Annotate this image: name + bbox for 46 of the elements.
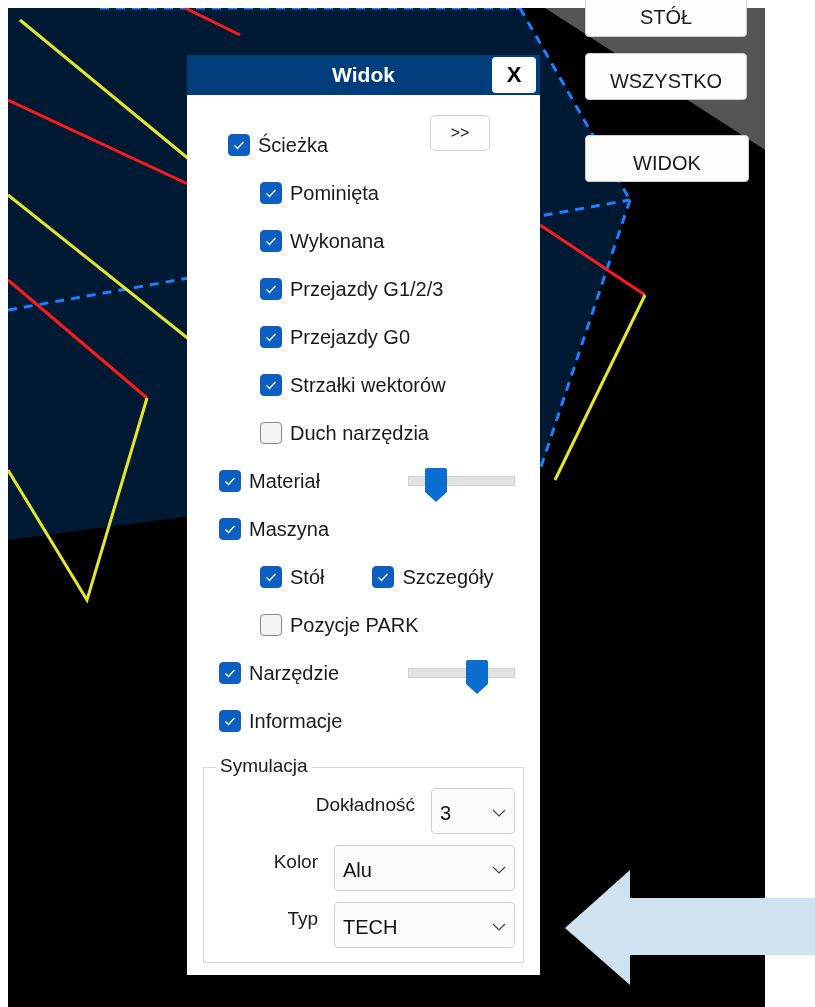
dropdown[interactable]: Alu [334,845,515,891]
checkbox-label: Wykonana [290,229,385,253]
close-button[interactable]: X [492,57,536,93]
checkbox-label: Pominięta [290,181,379,205]
field-label: Typ [287,908,318,930]
dropdown[interactable]: 3 [431,788,515,834]
arrow-icon [565,870,815,985]
checkbox[interactable] [260,566,282,588]
chevron-icon [492,866,506,874]
checkbox-label: Materiał [249,469,321,493]
checkbox[interactable] [219,470,241,492]
checkbox-label: Pozycje PARK [290,613,419,637]
checkbox[interactable] [260,614,282,636]
slider-thumb[interactable] [425,468,448,502]
checkbox[interactable] [219,662,241,684]
checkbox-label: Stół [290,565,325,589]
checkbox[interactable] [260,422,282,444]
checkbox-label: Maszyna [249,517,330,541]
checkbox-label: Strzałki wektorów [290,373,446,397]
checkbox[interactable] [219,518,241,540]
field-label: Dokładność [315,794,415,816]
checkbox-label: Przejazdy G1/2/3 [290,277,444,301]
chevron-icon [492,809,506,817]
checkbox-label: Przejazdy G0 [290,325,411,349]
view-button[interactable]: WIDOK [585,135,749,182]
expand-button[interactable]: >> [430,115,490,151]
chevron-icon [492,923,506,931]
checkbox[interactable] [219,710,241,732]
checkbox-label: Duch narzędzia [290,421,429,445]
slider-thumb[interactable] [466,660,489,694]
window-title: Widok [332,63,395,87]
checkbox[interactable] [260,182,282,204]
checkbox[interactable] [228,134,250,156]
checkbox-label: Informacje [249,709,343,733]
checkbox-label: Szczegóły [402,565,494,589]
dropdown[interactable]: TECH [334,902,515,948]
field-label: Kolor [273,851,318,873]
checkbox[interactable] [260,326,282,348]
checkbox[interactable] [260,374,282,396]
checkbox[interactable] [260,278,282,300]
checkbox[interactable] [260,230,282,252]
view-button[interactable]: STÓŁ [585,0,747,37]
checkbox-label: Narzędzie [249,661,340,685]
checkbox[interactable] [372,566,395,588]
view-button[interactable]: WSZYSTKO [585,53,747,100]
checkbox-label: Ścieżka [258,133,329,157]
